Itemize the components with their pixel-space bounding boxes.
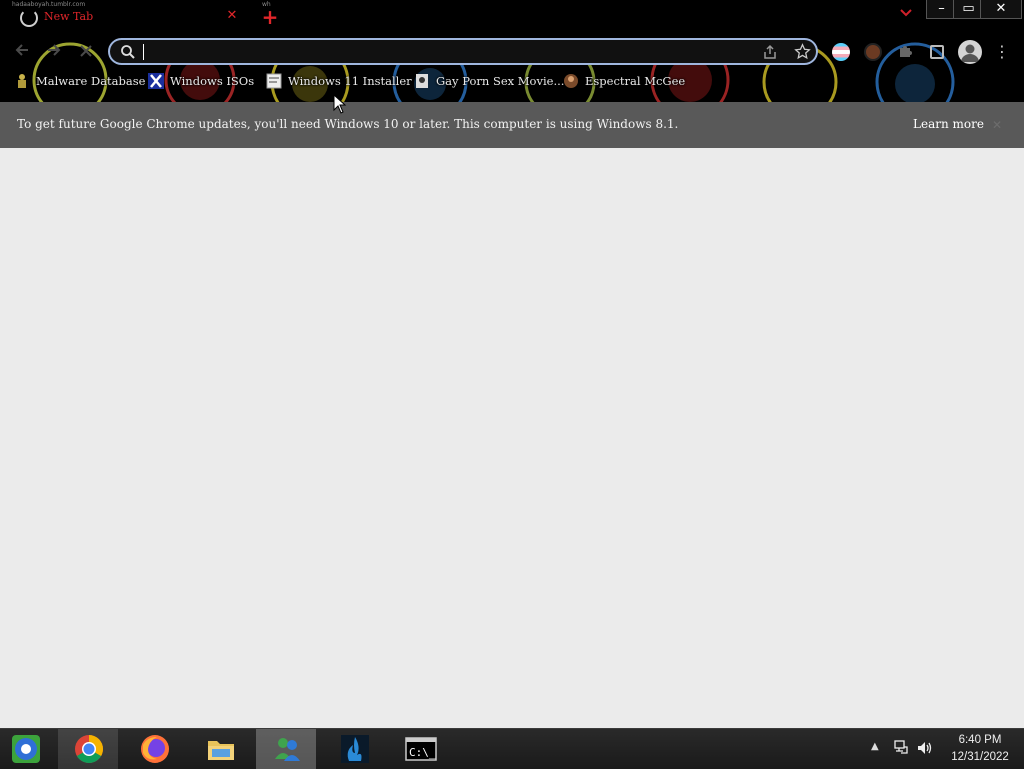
clock-time: 6:40 PM	[958, 734, 1002, 746]
profile-avatar-icon[interactable]	[958, 40, 982, 64]
text-caret	[143, 44, 144, 60]
bookmark-star-icon[interactable]	[794, 43, 811, 60]
x-icon	[148, 73, 164, 89]
bookmark-malware-database[interactable]: Malware Database	[14, 73, 145, 95]
forward-button[interactable]	[43, 42, 65, 64]
extension-flag-icon[interactable]	[832, 43, 850, 61]
folder-icon	[208, 741, 234, 760]
clock-date: 12/31/2022	[951, 751, 1009, 763]
tab-close-icon[interactable]: ✕	[225, 8, 239, 24]
firefox-icon	[141, 735, 169, 763]
windows-taskbar: C:\_ ▲ 6:40 PM 12/31/2022	[0, 728, 1024, 769]
bookmark-windows-11-installer[interactable]: Windows 11 Installer	[266, 73, 412, 95]
bookmark-site[interactable]: Gay Porn Sex Movie...	[414, 73, 564, 95]
extensions-puzzle-icon[interactable]	[896, 43, 914, 61]
browser-frame: hadaaboyah.tumblr.com wh New Tab ✕ + – ▭…	[0, 0, 1024, 102]
taskbar-messenger[interactable]	[256, 729, 316, 769]
tab-new-tab[interactable]: New Tab ✕	[10, 4, 245, 32]
close-window-button[interactable]: ✕	[980, 0, 1022, 19]
blue-flame-icon	[341, 735, 369, 763]
tab-search-icon[interactable]	[896, 6, 916, 26]
chromium-icon	[12, 735, 40, 763]
address-input[interactable]	[140, 41, 744, 65]
avatar-icon	[564, 74, 578, 88]
share-icon[interactable]	[762, 44, 778, 60]
page-icon	[266, 73, 282, 89]
bookmark-windows-isos[interactable]: Windows ISOs	[148, 73, 254, 95]
back-button[interactable]	[11, 42, 33, 64]
tab-strip: hadaaboyah.tumblr.com wh New Tab ✕ + – ▭…	[0, 0, 1024, 34]
site-icon	[416, 74, 428, 88]
command-prompt-icon: C:\_	[405, 737, 437, 761]
kebab-menu-icon[interactable]: ⋮	[994, 43, 1010, 61]
address-bar[interactable]	[108, 38, 818, 65]
new-tab-button[interactable]: +	[259, 6, 281, 28]
show-hidden-icons-button[interactable]: ▲	[871, 741, 879, 752]
volume-icon[interactable]	[916, 739, 934, 757]
network-icon[interactable]	[893, 739, 909, 755]
page-content	[0, 148, 1024, 728]
system-clock[interactable]: 6:40 PM 12/31/2022	[943, 732, 1017, 766]
extension-avatar-icon[interactable]	[864, 43, 882, 61]
infobar-close-icon[interactable]: ✕	[992, 118, 1002, 132]
taskbar-command-prompt[interactable]: C:\_	[390, 729, 450, 769]
taskbar-file-explorer[interactable]	[190, 729, 250, 769]
taskbar-chrome[interactable]	[58, 729, 118, 769]
svg-text:C:\_: C:\_	[409, 746, 436, 759]
malware-icon	[18, 74, 26, 88]
tab-title: New Tab	[44, 10, 94, 23]
bookmark-espectral-mcgee[interactable]: Espectral McGee	[563, 73, 685, 95]
search-icon	[121, 45, 135, 59]
taskbar-chromium[interactable]	[0, 729, 60, 769]
infobar-message: To get future Google Chrome updates, you…	[17, 117, 679, 131]
chrome-icon	[75, 735, 103, 763]
messenger-icon	[275, 738, 300, 761]
learn-more-link[interactable]: Learn more	[913, 117, 984, 131]
taskbar-firefox[interactable]	[124, 729, 184, 769]
mouse-cursor-icon	[333, 94, 347, 114]
loading-spinner-icon	[20, 9, 38, 27]
taskbar-app-flame[interactable]	[324, 729, 384, 769]
side-panel-icon[interactable]	[930, 45, 944, 59]
stop-loading-button[interactable]	[75, 42, 97, 64]
update-infobar: To get future Google Chrome updates, you…	[0, 102, 1024, 149]
browser-toolbar: ⋮	[0, 34, 1024, 70]
bookmarks-bar: Malware Database Windows ISOs Windows 11…	[0, 70, 1024, 98]
